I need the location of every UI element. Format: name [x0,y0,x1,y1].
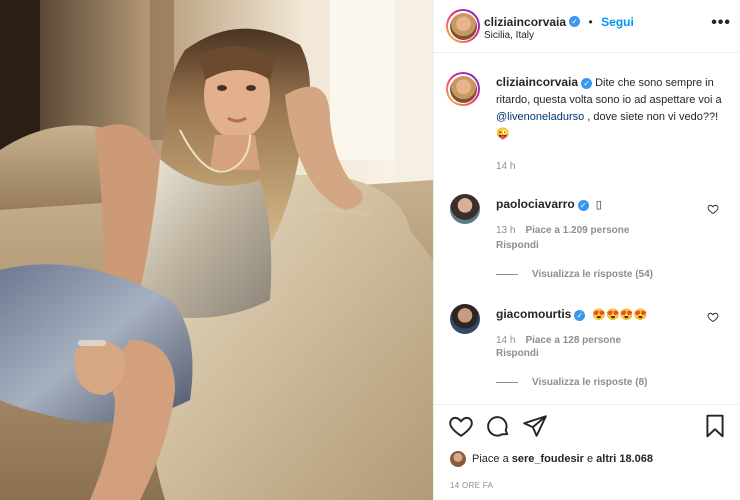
more-icon[interactable]: ••• [711,14,731,32]
view-replies-button[interactable]: Visualizza le risposte (8) [496,377,647,388]
comment-like-heart-icon[interactable] [707,203,719,215]
verified-icon: ✓ [577,199,589,211]
reply-button[interactable]: Rispondi [496,240,539,251]
liker-avatar[interactable] [450,451,466,467]
share-icon[interactable] [522,413,548,439]
comment-username[interactable]: paolociavarro [496,197,575,211]
comment-likes[interactable]: Piace a 128 persone [525,335,621,346]
author-avatar[interactable] [446,9,480,43]
post-photo-illustration [0,0,433,500]
caption-avatar[interactable] [446,72,480,106]
comment-likes[interactable]: Piace a 1.209 persone [525,225,629,236]
comment-body: ▯ [595,199,602,211]
caption-time[interactable]: 14 h [496,161,515,172]
comment-time[interactable]: 13 h [496,225,515,236]
comment-text: giacomourtis ✓ 😍😍😍😍 [496,306,696,324]
instagram-post: cliziaincorvaia ✓ • Segui Sicilia, Italy … [0,0,740,500]
location-link[interactable]: Sicilia, Italy [484,30,534,41]
separator-dot: • [588,15,593,29]
post-image[interactable] [0,0,433,500]
comments-section: cliziaincorvaia ✓ Dite che sono sempre in… [434,54,740,404]
likes-count[interactable]: altri 18.068 [596,453,653,465]
comment-meta: 14 h Piace a 128 persone [496,335,621,346]
likes-prefix: Piace a [472,452,512,465]
reply-button[interactable]: Rispondi [496,348,539,359]
verified-icon: ✓ [574,309,586,321]
caption-username[interactable]: cliziaincorvaia [496,75,578,89]
comment-avatar[interactable] [450,304,480,334]
verified-icon: ✓ [581,77,593,89]
replies-divider [496,273,518,275]
caption-text: cliziaincorvaia ✓ Dite che sono sempre in… [496,74,726,143]
comment-username[interactable]: giacomourtis [496,307,571,321]
follow-button[interactable]: Segui [601,15,634,29]
post-timestamp[interactable]: 14 ORE FA [450,481,493,490]
comment-time[interactable]: 14 h [496,335,515,346]
post-header: cliziaincorvaia ✓ • Segui Sicilia, Italy … [434,0,740,53]
post-side-panel: cliziaincorvaia ✓ • Segui Sicilia, Italy … [433,0,740,500]
replies-divider [496,381,518,383]
likes-middle: e [583,452,597,465]
likes-summary: Piace a sere_foudesir e altri 18.068 [450,451,653,467]
comment-icon[interactable] [485,413,511,439]
comment-avatar[interactable] [450,194,480,224]
author-line: cliziaincorvaia ✓ • Segui [484,13,634,31]
heart-icon[interactable] [448,413,474,439]
verified-icon: ✓ [569,16,581,28]
view-replies-label: Visualizza le risposte (8) [532,377,648,388]
view-replies-button[interactable]: Visualizza le risposte (54) [496,269,653,280]
author-username[interactable]: cliziaincorvaia [484,15,566,29]
comment-like-heart-icon[interactable] [707,311,719,323]
comment-meta: 13 h Piace a 1.209 persone [496,225,629,236]
comment-text: paolociavarro ✓ ▯ [496,196,696,214]
bookmark-icon[interactable] [702,413,728,439]
view-replies-label: Visualizza le risposte (54) [532,269,653,280]
post-actions: Piace a sere_foudesir e altri 18.068 14 … [434,404,740,500]
caption-mention[interactable]: @livenoneladurso [496,111,584,123]
likes-user[interactable]: sere_foudesir [512,453,584,465]
comment-body: 😍😍😍😍 [592,309,648,321]
